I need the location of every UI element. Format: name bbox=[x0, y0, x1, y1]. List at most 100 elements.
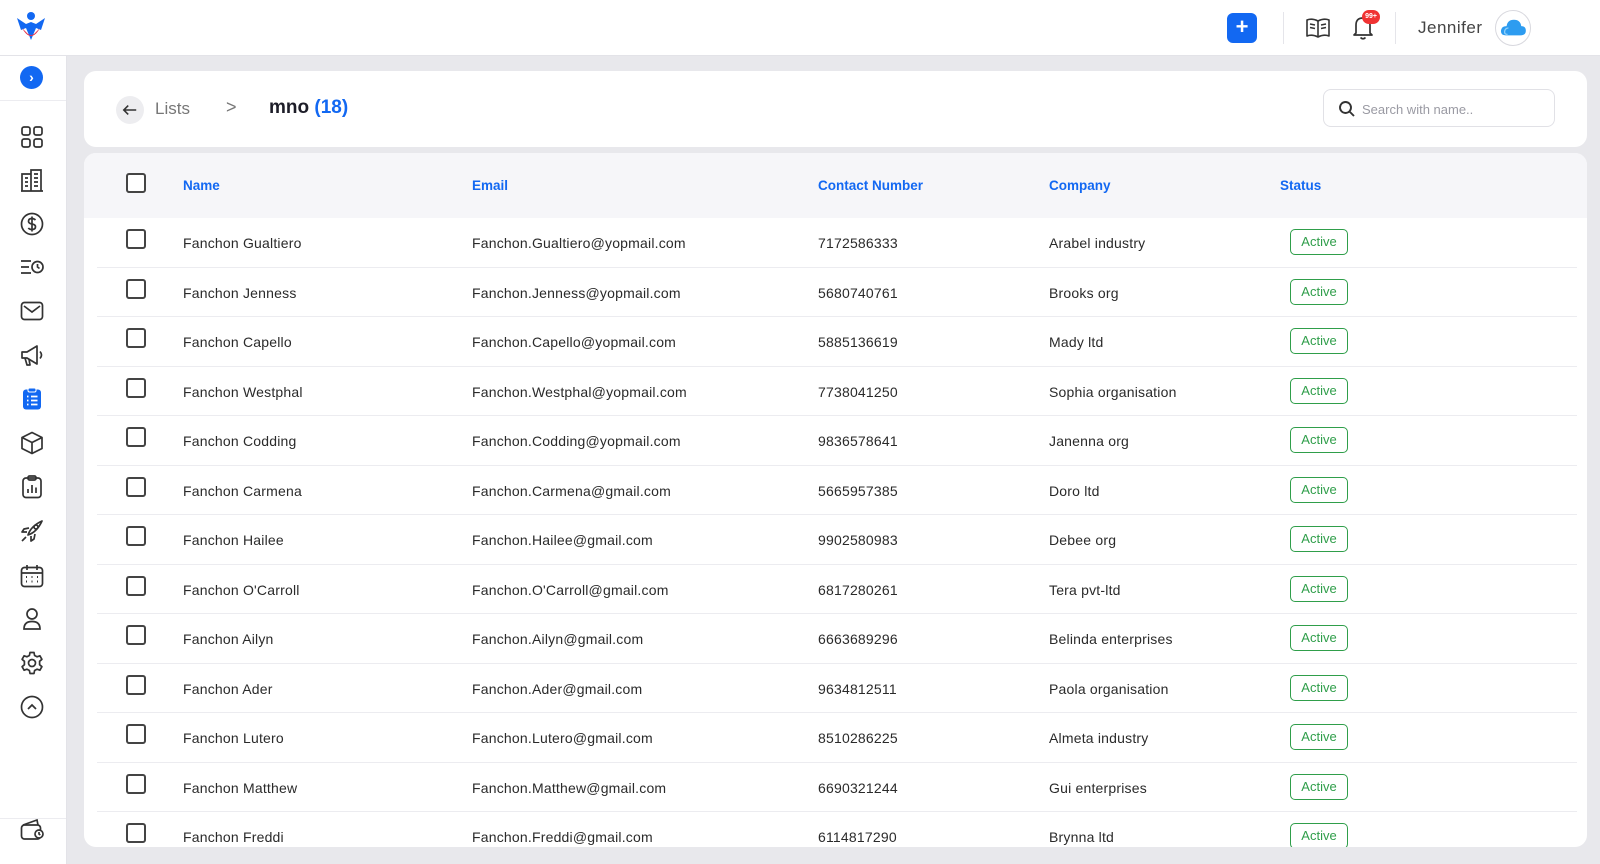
cell-contact-number: 7738041250 bbox=[818, 383, 898, 400]
status-badge: Active bbox=[1290, 328, 1348, 354]
cell-name: Fanchon Westphal bbox=[183, 383, 303, 400]
clipboard-list-icon bbox=[23, 387, 41, 410]
row-checkbox[interactable] bbox=[126, 377, 146, 398]
page-header: Lists > mno (18) bbox=[84, 71, 1587, 147]
table-row[interactable]: Fanchon Codding Fanchon.Codding@yopmail.c… bbox=[97, 416, 1577, 466]
table-row[interactable]: Fanchon Freddi Fanchon.Freddi@gmail.com 61… bbox=[97, 812, 1577, 847]
cell-name: Fanchon Matthew bbox=[183, 779, 298, 796]
sidebar-item-dashboard[interactable] bbox=[18, 123, 46, 151]
cell-email: Fanchon.Capello@yopmail.com bbox=[472, 334, 677, 350]
table-row[interactable]: Fanchon Gualtiero Fanchon.Gualtiero@yopma… bbox=[97, 218, 1577, 268]
cell-contact-number: 6817280261 bbox=[818, 581, 898, 598]
status-badge: Active bbox=[1290, 427, 1348, 453]
notification-count-badge: 99+ bbox=[1362, 10, 1380, 24]
breadcrumb-separator-icon: > bbox=[226, 97, 237, 117]
sidebar-collapse-up-button[interactable] bbox=[18, 693, 46, 721]
row-checkbox[interactable] bbox=[126, 278, 146, 299]
cell-contact-number: 9902580983 bbox=[818, 532, 898, 548]
list-count: (18) bbox=[314, 97, 349, 118]
cell-contact-number: 5665957385 bbox=[818, 482, 898, 499]
row-checkbox[interactable] bbox=[126, 476, 146, 497]
row-checkbox[interactable] bbox=[126, 625, 146, 645]
status-badge: Active bbox=[1290, 625, 1348, 651]
cell-email: Fanchon.Codding@yopmail.com bbox=[472, 433, 681, 449]
sidebar-item-lists[interactable] bbox=[18, 385, 46, 413]
dashboard-grid-icon bbox=[21, 126, 43, 148]
sidebar-item-wallet[interactable] bbox=[18, 816, 46, 844]
sidebar-item-products[interactable] bbox=[18, 429, 46, 457]
notifications-button[interactable]: 99+ bbox=[1348, 10, 1380, 42]
table-row[interactable]: Fanchon Ader Fanchon.Ader@gmail.com 963481… bbox=[97, 664, 1577, 713]
cell-company: Gui enterprises bbox=[1049, 779, 1147, 796]
sidebar-item-contacts[interactable] bbox=[18, 605, 46, 633]
table-row[interactable]: Fanchon Matthew Fanchon.Matthew@gmail.com… bbox=[97, 763, 1577, 812]
search-box[interactable] bbox=[1323, 89, 1555, 127]
cell-name: Fanchon Ader bbox=[183, 680, 273, 697]
cell-company: Paola organisation bbox=[1049, 680, 1169, 697]
chevron-up-circle-icon bbox=[20, 695, 44, 719]
sidebar-item-launch[interactable] bbox=[18, 517, 46, 545]
row-checkbox[interactable] bbox=[126, 773, 146, 794]
status-badge: Active bbox=[1290, 674, 1348, 701]
row-checkbox[interactable] bbox=[126, 229, 146, 249]
sidebar-item-calendar[interactable] bbox=[18, 562, 46, 590]
sidebar-item-settings[interactable] bbox=[18, 649, 46, 677]
sidebar-item-campaigns[interactable] bbox=[18, 341, 46, 369]
column-header-contact-number[interactable]: Contact Number bbox=[818, 178, 923, 193]
avatar[interactable] bbox=[1495, 10, 1531, 46]
row-checkbox[interactable] bbox=[126, 427, 146, 447]
back-button[interactable] bbox=[116, 96, 144, 124]
cell-contact-number: 8510286225 bbox=[818, 730, 898, 746]
user-icon bbox=[23, 608, 41, 630]
table-row[interactable]: Fanchon Ailyn Fanchon.Ailyn@gmail.com 6663… bbox=[97, 614, 1577, 664]
sidebar-divider bbox=[0, 100, 66, 101]
contacts-table: Name Email Contact Number Company Status… bbox=[84, 153, 1587, 847]
row-checkbox[interactable] bbox=[126, 526, 146, 546]
column-header-name[interactable]: Name bbox=[183, 178, 220, 193]
table-row[interactable]: Fanchon Lutero Fanchon.Lutero@gmail.com 85… bbox=[97, 713, 1577, 763]
top-bar: + 99+ Jennifer bbox=[0, 0, 1600, 56]
mail-icon bbox=[20, 301, 44, 321]
cell-email: Fanchon.O'Carroll@gmail.com bbox=[472, 581, 669, 598]
table-row[interactable]: Fanchon O'Carroll Fanchon.O'Carroll@gmail… bbox=[97, 565, 1577, 614]
sidebar-item-companies[interactable] bbox=[18, 166, 46, 194]
table-row[interactable]: Fanchon Hailee Fanchon.Hailee@gmail.com 99… bbox=[97, 515, 1577, 565]
brand-logo-icon[interactable] bbox=[14, 10, 48, 44]
row-checkbox[interactable] bbox=[126, 823, 146, 843]
column-header-company[interactable]: Company bbox=[1049, 178, 1111, 193]
open-book-icon[interactable] bbox=[1305, 15, 1331, 41]
row-checkbox[interactable] bbox=[126, 575, 146, 596]
settings-icon bbox=[21, 651, 43, 675]
cell-company: Doro ltd bbox=[1049, 482, 1100, 499]
report-clipboard-icon bbox=[22, 475, 42, 499]
cell-name: Fanchon Capello bbox=[183, 334, 292, 350]
cell-contact-number: 6114817290 bbox=[818, 829, 897, 845]
sidebar-expand-button[interactable]: › bbox=[20, 66, 43, 89]
search-input[interactable] bbox=[1362, 99, 1547, 119]
sidebar-item-email[interactable] bbox=[18, 297, 46, 325]
sidebar-item-reports[interactable] bbox=[18, 473, 46, 501]
table-row[interactable]: Fanchon Jenness Fanchon.Jenness@yopmail.c… bbox=[97, 268, 1577, 317]
add-button[interactable]: + bbox=[1227, 13, 1257, 43]
cell-email: Fanchon.Hailee@gmail.com bbox=[472, 532, 653, 548]
table-row[interactable]: Fanchon Westphal Fanchon.Westphal@yopmail… bbox=[97, 367, 1577, 416]
cell-company: Janenna org bbox=[1049, 433, 1130, 449]
cell-name: Fanchon Hailee bbox=[183, 532, 284, 548]
arrow-left-icon bbox=[122, 104, 137, 116]
list-name: mno bbox=[269, 97, 310, 118]
user-name[interactable]: Jennifer bbox=[1418, 18, 1482, 38]
row-checkbox[interactable] bbox=[126, 328, 146, 348]
cell-company: Debee org bbox=[1049, 532, 1117, 548]
table-row[interactable]: Fanchon Capello Fanchon.Capello@yopmail.c… bbox=[97, 317, 1577, 367]
cell-name: Fanchon Codding bbox=[183, 433, 297, 449]
sidebar-item-deals[interactable] bbox=[18, 210, 46, 238]
sidebar-item-activities[interactable] bbox=[18, 253, 46, 281]
column-header-status[interactable]: Status bbox=[1280, 178, 1321, 193]
box-icon bbox=[21, 431, 43, 455]
breadcrumb-lists-link[interactable]: Lists bbox=[155, 99, 190, 119]
row-checkbox[interactable] bbox=[126, 724, 146, 744]
column-header-email[interactable]: Email bbox=[472, 178, 508, 193]
select-all-checkbox[interactable] bbox=[126, 173, 146, 193]
row-checkbox[interactable] bbox=[126, 674, 146, 695]
table-row[interactable]: Fanchon Carmena Fanchon.Carmena@gmail.com… bbox=[97, 466, 1577, 515]
